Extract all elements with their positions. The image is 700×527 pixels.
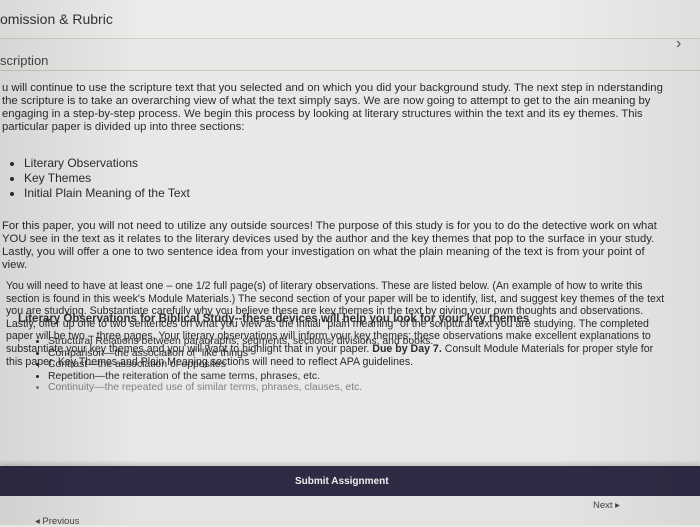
previous-button[interactable]: ◂ Previous [35, 516, 79, 527]
list-item: Literary Observations [24, 156, 190, 171]
list-item: Repetition—the reiteration of the same t… [48, 371, 668, 383]
list-item: Structural Relations between paragraphs,… [48, 336, 668, 348]
page-title: omission & Rubric [0, 11, 113, 27]
divider [0, 70, 700, 71]
intro-paragraph: u will continue to use the scripture tex… [2, 82, 663, 133]
page-header: omission & Rubric [0, 0, 700, 39]
submit-assignment-button[interactable]: Submit Assignment [295, 476, 389, 487]
sources-paragraph: For this paper, you will not need to uti… [2, 220, 657, 271]
literary-observations-heading: Literary Observations for Biblical Study… [18, 313, 530, 325]
list-item: Contrast—the association of opposites [48, 359, 668, 371]
sections-list: Literary Observations Key Themes Initial… [8, 156, 190, 201]
list-item: Continuity—the repeated use of similar t… [48, 382, 668, 394]
list-item: Key Themes [24, 171, 190, 186]
chevron-right-icon[interactable]: › [676, 35, 681, 53]
list-item: Initial Plain Meaning of the Text [24, 186, 190, 201]
literary-devices-list: Structural Relations between paragraphs,… [32, 336, 668, 394]
next-button[interactable]: Next ▸ [593, 500, 620, 511]
section-label: scription [0, 53, 49, 68]
list-item: Comparison—the association of "like thin… [48, 348, 668, 360]
